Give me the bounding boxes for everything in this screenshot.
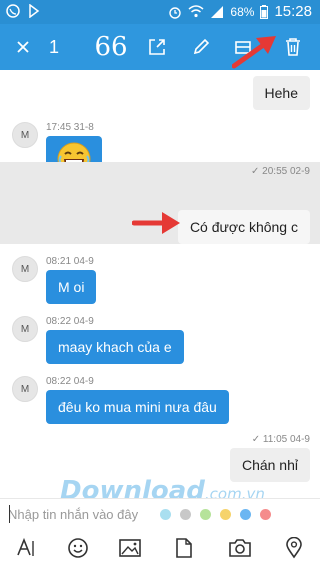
- annotation-arrow-message: [132, 212, 180, 234]
- message-timestamp: ✓ 11:05 04-9: [251, 434, 310, 445]
- message-input[interactable]: [8, 504, 158, 524]
- sent-check-icon: ✓: [251, 434, 263, 445]
- message-bubble[interactable]: M oi: [46, 270, 97, 304]
- share-button[interactable]: [142, 24, 172, 70]
- avatar[interactable]: M: [12, 256, 38, 282]
- emoji-icon: [68, 538, 88, 558]
- message-bubble[interactable]: maay khach của e: [46, 330, 184, 364]
- camera-icon: [229, 539, 251, 557]
- message-timestamp: 08:21 04-9: [46, 256, 94, 267]
- share-icon: [149, 39, 165, 55]
- color-dot[interactable]: [240, 509, 251, 520]
- color-dot[interactable]: [180, 509, 191, 520]
- viber-icon: [6, 4, 20, 18]
- avatar[interactable]: M: [12, 122, 38, 148]
- color-dot[interactable]: [200, 509, 211, 520]
- annotation-arrow-top: [232, 36, 276, 69]
- message-bubble[interactable]: Hehe: [252, 76, 310, 110]
- image-icon: [119, 539, 141, 557]
- close-icon: [17, 41, 29, 53]
- status-bar: 68% 15:28: [0, 0, 320, 24]
- avatar[interactable]: M: [12, 376, 38, 402]
- message-timestamp: ✓ 20:55 02-9: [251, 166, 310, 177]
- battery-percent: 68%: [230, 4, 255, 19]
- edit-icon: [193, 38, 210, 55]
- selected-count: 1: [48, 36, 59, 57]
- quote-button[interactable]: 66: [94, 24, 128, 70]
- clock: 15:28: [274, 3, 312, 20]
- message-timestamp: 17:45 31-8: [46, 122, 94, 133]
- message-bubble[interactable]: đêu ko mua mini nưa đâu: [46, 390, 229, 424]
- wifi-icon: [188, 5, 204, 18]
- file-button[interactable]: [164, 528, 204, 568]
- delete-button[interactable]: [278, 24, 308, 70]
- close-button[interactable]: [8, 24, 38, 70]
- image-button[interactable]: [110, 528, 150, 568]
- composer-toolbar: [0, 528, 320, 568]
- cellular-icon: [211, 5, 224, 18]
- text-cursor: [9, 505, 10, 523]
- emoji-button[interactable]: [58, 528, 98, 568]
- battery-icon: [260, 4, 269, 19]
- message-bubble[interactable]: Có được không c: [177, 210, 310, 244]
- sent-check-icon: ✓: [251, 166, 263, 177]
- color-dot[interactable]: [260, 509, 271, 520]
- text-format-button[interactable]: [6, 528, 46, 568]
- camera-button[interactable]: [220, 528, 260, 568]
- file-icon: [176, 538, 192, 558]
- text-format-icon: [17, 537, 34, 556]
- location-button[interactable]: [274, 528, 314, 568]
- color-dot[interactable]: [160, 509, 171, 520]
- quote-icon: 66: [94, 32, 128, 62]
- location-icon: [286, 537, 302, 559]
- trash-icon: [286, 38, 300, 56]
- message-timestamp: 08:22 04-9: [46, 376, 94, 387]
- avatar[interactable]: M: [12, 316, 38, 342]
- edit-button[interactable]: [186, 24, 216, 70]
- chat-area: Hehe M 17:45 31-8 ✓ 20:55 02-9 Có được k…: [0, 70, 320, 498]
- signal-icon: [29, 4, 40, 18]
- message-timestamp: 08:22 04-9: [46, 316, 94, 327]
- alarm-icon: [169, 6, 182, 19]
- color-dot[interactable]: [220, 509, 231, 520]
